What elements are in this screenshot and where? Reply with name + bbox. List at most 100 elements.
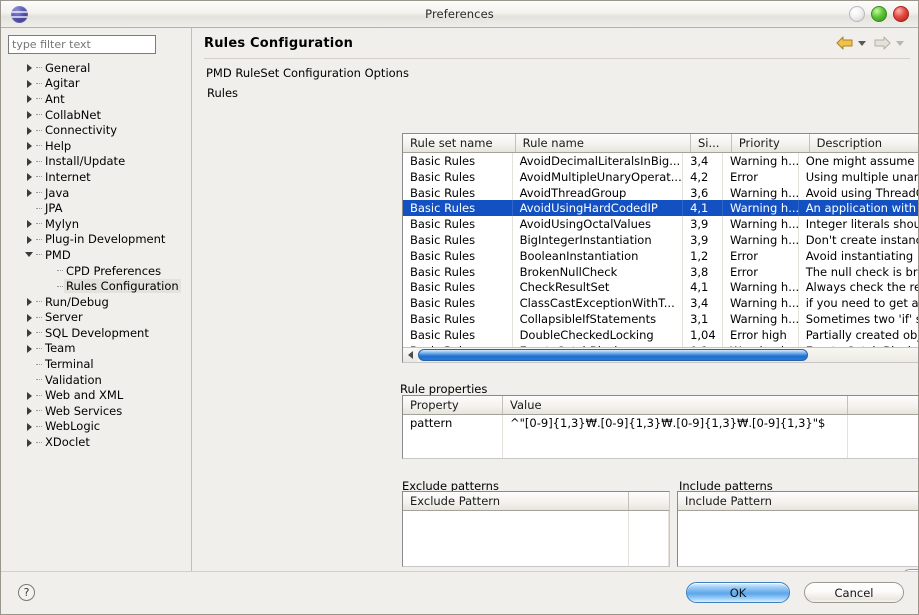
column-header-priority[interactable]: Priority (731, 134, 810, 152)
table-row-empty[interactable] (678, 511, 918, 527)
table-row[interactable]: Basic Rules CheckResultSet 4,1 Warning h...… (403, 279, 918, 296)
sidebar-item-xdoclet[interactable]: XDoclet (8, 434, 185, 450)
sidebar-item-web-and-xml[interactable]: Web and XML (8, 387, 185, 403)
chevron-right-icon[interactable] (25, 138, 36, 153)
chevron-right-icon[interactable] (25, 435, 36, 450)
table-row-empty[interactable] (403, 430, 918, 446)
column-header-exclude-blank[interactable] (629, 492, 669, 510)
column-header-blank[interactable] (848, 396, 918, 414)
table-row-empty[interactable] (403, 526, 669, 542)
include-patterns-body[interactable] (678, 511, 918, 566)
filter-input[interactable] (8, 35, 156, 54)
rules-scroll-left-button[interactable] (403, 348, 417, 362)
table-row[interactable]: Basic Rules BrokenNullCheck 3,8 Error The nu… (403, 263, 918, 280)
rule-properties-body[interactable]: pattern ^"[0-9]{1,3}₩.[0-9]{1,3}₩.[0-9]{1… (403, 415, 918, 458)
column-header-description[interactable]: Description (809, 134, 918, 152)
chevron-right-icon[interactable] (25, 419, 36, 434)
chevron-right-icon[interactable] (25, 310, 36, 325)
chevron-right-icon[interactable] (25, 169, 36, 184)
sidebar-item-jpa[interactable]: JPA (8, 200, 185, 216)
table-row-empty[interactable] (403, 446, 918, 458)
rules-table[interactable]: Rule set name Rule name Si... Priority D… (402, 133, 918, 363)
cancel-button[interactable]: Cancel (804, 582, 904, 603)
rule-properties-table[interactable]: Property Value pattern ^"[0-9]{1,3}₩.[0-9… (402, 395, 918, 459)
table-row[interactable]: Basic Rules AvoidMultipleUnaryOperat... 4,… (403, 168, 918, 185)
chevron-right-icon[interactable] (25, 325, 36, 340)
include-patterns-table[interactable]: Include Pattern (677, 491, 918, 567)
sidebar-item-validation[interactable]: Validation (8, 372, 185, 388)
table-row[interactable]: Basic Rules AvoidThreadGroup 3,6 Warning h.… (403, 184, 918, 201)
sidebar-item-team[interactable]: Team (8, 341, 185, 357)
sidebar-item-server[interactable]: Server (8, 310, 185, 326)
sidebar-item-sql-development[interactable]: SQL Development (8, 325, 185, 341)
ok-button[interactable]: OK (686, 582, 790, 603)
chevron-right-icon[interactable] (25, 107, 36, 122)
sidebar-item-weblogic[interactable]: WebLogic (8, 419, 185, 435)
chevron-right-icon[interactable] (25, 91, 36, 106)
sidebar-item-internet[interactable]: Internet (8, 169, 185, 185)
table-row[interactable]: Basic Rules ClassCastExceptionWithT... 3,4… (403, 295, 918, 311)
chevron-right-icon[interactable] (25, 60, 36, 75)
table-row-empty[interactable] (678, 527, 918, 543)
preferences-tree[interactable]: General Agitar Ant CollabNet Connectivity Hel… (8, 58, 185, 571)
table-row-empty[interactable] (403, 542, 669, 558)
sidebar-item-java[interactable]: Java (8, 185, 185, 201)
chevron-right-icon[interactable] (25, 76, 36, 91)
chevron-right-icon[interactable] (25, 123, 36, 138)
back-dropdown-icon[interactable] (858, 40, 866, 46)
rules-horizontal-scrollbar[interactable] (403, 347, 918, 362)
sidebar-item-terminal[interactable]: Terminal (8, 356, 185, 372)
table-row[interactable]: Basic Rules BigIntegerInstantiation 3,9 War… (403, 231, 918, 248)
table-row[interactable]: Basic Rules AvoidUsingHardCodedIP 4,1 Warni… (403, 200, 918, 217)
table-row[interactable]: Basic Rules AvoidDecimalLiteralsInBig... 3… (403, 153, 918, 169)
table-row[interactable]: Basic Rules CollapsibleIfStatements 3,1 War… (403, 310, 918, 327)
table-row[interactable]: Basic Rules BooleanInstantiation 1,2 Error A… (403, 247, 918, 264)
sidebar-item-agitar[interactable]: Agitar (8, 76, 185, 92)
column-header-size[interactable]: Si... (690, 134, 732, 152)
chevron-right-icon[interactable] (25, 388, 36, 403)
sidebar-item-install-update[interactable]: Install/Update (8, 154, 185, 170)
chevron-right-icon[interactable] (25, 403, 36, 418)
table-row-empty[interactable] (403, 511, 669, 527)
sidebar-item-mylyn[interactable]: Mylyn (8, 216, 185, 232)
sidebar-item-ant[interactable]: Ant (8, 91, 185, 107)
chevron-right-icon[interactable] (25, 154, 36, 169)
column-header-exclude-pattern[interactable]: Exclude Pattern (403, 492, 629, 510)
back-arrow-icon[interactable] (835, 35, 854, 51)
property-name[interactable]: pattern (403, 415, 503, 431)
chevron-down-icon[interactable] (25, 247, 36, 262)
column-header-rule-name[interactable]: Rule name (515, 134, 691, 152)
table-row-empty[interactable] (403, 557, 669, 566)
maximize-button[interactable] (871, 6, 887, 22)
column-header-rule-set-name[interactable]: Rule set name (403, 134, 516, 152)
sidebar-item-web-services[interactable]: Web Services (8, 403, 185, 419)
close-button[interactable] (893, 6, 909, 22)
table-row[interactable]: Basic Rules DoubleCheckedLocking 1,04 Error… (403, 326, 918, 343)
sidebar-item-pmd[interactable]: PMD (8, 247, 185, 263)
help-icon[interactable]: ? (18, 584, 35, 601)
chevron-right-icon[interactable] (25, 294, 36, 309)
sidebar-item-run-debug[interactable]: Run/Debug (8, 294, 185, 310)
table-row[interactable]: pattern ^"[0-9]{1,3}₩.[0-9]{1,3}₩.[0-9]{1… (403, 415, 918, 431)
sidebar-item-help[interactable]: Help (8, 138, 185, 154)
chevron-right-icon[interactable] (25, 185, 36, 200)
table-row-empty[interactable] (678, 542, 918, 558)
sidebar-item-rules-configuration[interactable]: Rules Configuration (8, 278, 185, 294)
exclude-patterns-table[interactable]: Exclude Pattern (402, 491, 670, 567)
sidebar-item-plug-in-development[interactable]: Plug-in Development (8, 232, 185, 248)
sidebar-item-general[interactable]: General (8, 60, 185, 76)
minimize-button[interactable] (849, 6, 865, 22)
table-row[interactable]: Basic Rules AvoidUsingOctalValues 3,9 Warni… (403, 216, 918, 232)
property-value[interactable]: ^"[0-9]{1,3}₩.[0-9]{1,3}₩.[0-9]{1,3}₩.[0… (503, 415, 848, 431)
chevron-right-icon[interactable] (25, 341, 36, 356)
sidebar-item-cpd-preferences[interactable]: CPD Preferences (8, 263, 185, 279)
column-header-property[interactable]: Property (403, 396, 503, 414)
exclude-patterns-body[interactable] (403, 511, 669, 566)
chevron-right-icon[interactable] (25, 232, 36, 247)
sidebar-item-connectivity[interactable]: Connectivity (8, 122, 185, 138)
rules-table-body[interactable]: Basic Rules AvoidDecimalLiteralsInBig... 3… (403, 153, 918, 347)
chevron-right-icon[interactable] (25, 216, 36, 231)
sidebar-item-collabnet[interactable]: CollabNet (8, 107, 185, 123)
rules-hscroll-thumb[interactable] (418, 349, 808, 361)
column-header-value[interactable]: Value (503, 396, 848, 414)
